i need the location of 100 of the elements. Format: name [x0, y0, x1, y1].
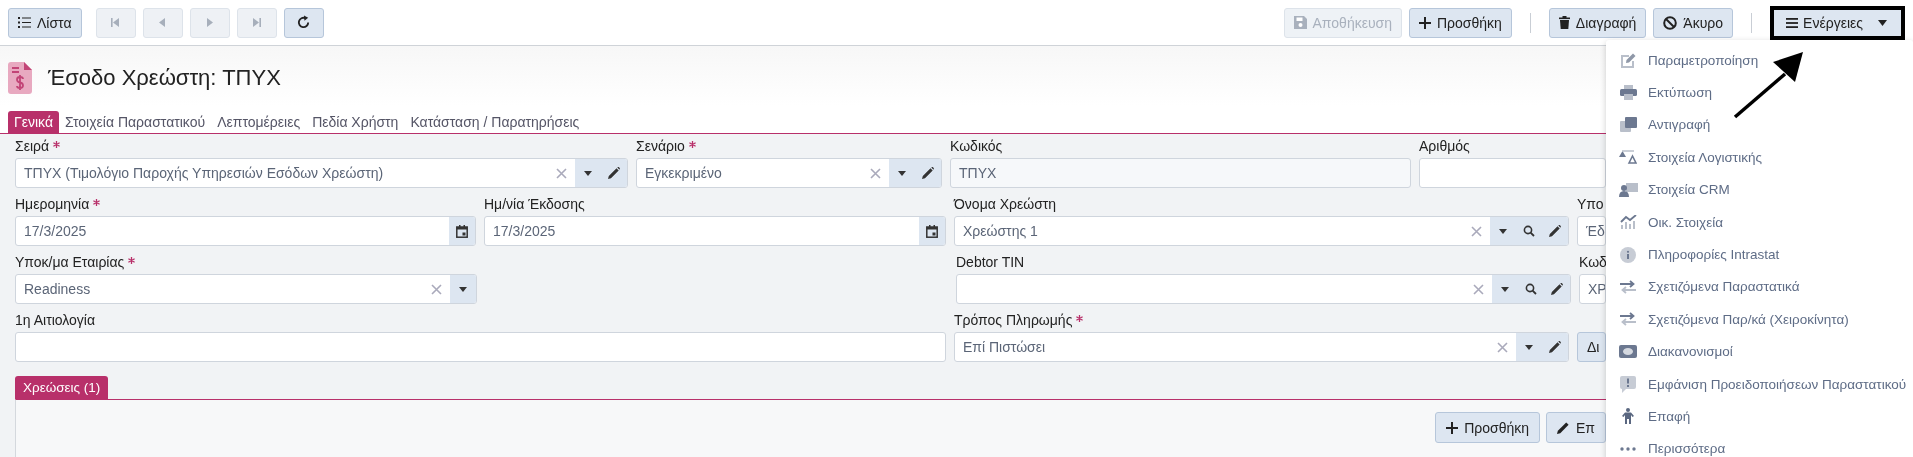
- caret-icon: [1499, 228, 1507, 234]
- plus-icon: [1419, 16, 1431, 29]
- field-label: Ημερομηνία: [15, 196, 90, 212]
- contact-card-icon: [1618, 182, 1638, 197]
- refresh-button[interactable]: [283, 7, 324, 38]
- chart-icon: [1619, 215, 1637, 230]
- required-icon: [128, 257, 136, 264]
- tab[interactable]: Λεπτομέρειες: [211, 111, 307, 133]
- dropdown-button[interactable]: [1490, 217, 1516, 245]
- refresh-icon: [296, 15, 312, 30]
- required-icon: [1076, 315, 1084, 322]
- dropdown-button[interactable]: [1492, 275, 1518, 303]
- select-field[interactable]: [956, 274, 1571, 304]
- menu-item[interactable]: Αντιγραφή: [1606, 108, 1913, 142]
- pencil-icon: [608, 167, 620, 179]
- swap-arrows-icon: [1620, 312, 1636, 327]
- edit-button[interactable]: [915, 159, 941, 187]
- printer-icon: [1619, 85, 1637, 101]
- select-field[interactable]: ΤΠΥΧ (Τιμολόγιο Παροχής Υπηρεσιών Εσόδων Χρεώστη): [15, 158, 628, 188]
- menu-item[interactable]: Στοιχεία Λογιστικής: [1606, 141, 1913, 174]
- input-field[interactable]: Έδ: [1577, 216, 1606, 246]
- caret-icon: [584, 170, 592, 176]
- tab[interactable]: Κατάσταση / Παρατηρήσεις: [404, 111, 586, 133]
- calendar-icon: [926, 224, 938, 238]
- dropdown-button[interactable]: [889, 159, 915, 187]
- dropdown-button[interactable]: [1516, 333, 1542, 361]
- info-icon: [1620, 246, 1636, 263]
- select-field[interactable]: Επί Πιστώσει: [954, 332, 1569, 362]
- input-field[interactable]: [15, 332, 946, 362]
- field-label: Αριθμός: [1419, 138, 1470, 154]
- pencil-icon: [1557, 421, 1570, 434]
- field-label: 1η Αιτιολογία: [15, 312, 96, 328]
- add-button[interactable]: Προσθήκη: [1435, 412, 1540, 443]
- cancel-button[interactable]: Άκυρο: [1653, 7, 1734, 38]
- edit-button[interactable]: [1542, 333, 1568, 361]
- field-label: Κωδικός: [950, 138, 1003, 154]
- first-icon: [111, 18, 121, 27]
- menu-item[interactable]: Πληροφορίες Intrastat: [1606, 238, 1913, 271]
- plus-icon: [1446, 421, 1459, 434]
- menu-item[interactable]: Εμφάνιση Προειδοποιήσεων Παραστατικού: [1606, 367, 1913, 401]
- menu-icon: [1786, 17, 1799, 28]
- required-icon: [688, 141, 696, 148]
- calendar-button[interactable]: [919, 217, 945, 245]
- swap-arrows-icon: [1620, 279, 1636, 294]
- edit-button[interactable]: [601, 159, 627, 187]
- edit-button[interactable]: Επ: [1546, 412, 1606, 443]
- list-icon: [18, 17, 31, 28]
- list-button[interactable]: Λίστα: [8, 7, 82, 38]
- field-label: Σειρά: [15, 138, 50, 154]
- select-field[interactable]: Readiness: [15, 274, 477, 304]
- actions-menu-button[interactable]: Ενέργειες: [1770, 5, 1905, 40]
- edit-button[interactable]: [1544, 275, 1570, 303]
- field-label: Τρόπος Πληρωμής: [954, 312, 1073, 328]
- date-field[interactable]: 17/3/2025: [484, 216, 946, 246]
- tab[interactable]: Πεδία Χρήστη: [306, 111, 405, 133]
- pencil-icon: [922, 167, 934, 179]
- dropdown-button[interactable]: [575, 159, 601, 187]
- tab[interactable]: Στοιχεία Παραστατικού: [59, 111, 212, 133]
- field-label: Κωδ: [1579, 254, 1606, 270]
- field-label: Όνομα Χρεώστη: [954, 196, 1057, 212]
- menu-item[interactable]: Περισσότερα: [1606, 432, 1913, 457]
- alert-bubble-icon: [1620, 375, 1636, 393]
- input-field[interactable]: [1419, 158, 1606, 188]
- input-field[interactable]: ΧΡ: [1579, 274, 1606, 304]
- tab[interactable]: Γενικά: [8, 111, 59, 133]
- menu-item[interactable]: Οικ. Στοιχεία: [1606, 205, 1913, 239]
- field-label: Σενάριο: [636, 138, 685, 154]
- menu-item[interactable]: Εκτύπωση: [1606, 76, 1913, 109]
- delete-button[interactable]: Διαγραφή: [1548, 7, 1647, 38]
- calendar-icon: [456, 224, 468, 238]
- dropdown-button[interactable]: [450, 275, 476, 303]
- input-field[interactable]: ΤΠΥΧ: [950, 158, 1411, 188]
- menu-item[interactable]: Σχετιζόμενα Παρ/κά (Χειροκίνητα): [1606, 303, 1913, 336]
- field-label: Υποκ/μα Εταιρίας: [15, 254, 125, 270]
- caret-icon: [898, 170, 906, 176]
- page-title: Έσοδο Χρεώστη: ΤΠΥΧ: [48, 65, 281, 91]
- form-button[interactable]: Δι: [1577, 332, 1606, 362]
- field-label: Ημ/νία Έκδοσης: [484, 196, 585, 212]
- select-field[interactable]: Εγκεκριμένο: [636, 158, 942, 188]
- floppy-icon: [1293, 16, 1307, 29]
- add-button[interactable]: Προσθήκη: [1409, 7, 1512, 38]
- edit-icon: [1619, 52, 1637, 69]
- next-icon: [206, 18, 214, 27]
- search-icon: [1523, 225, 1535, 237]
- field-label: Υπο: [1577, 196, 1604, 212]
- menu-item[interactable]: Διακανονισμοί: [1606, 335, 1913, 368]
- menu-item[interactable]: Επαφή: [1606, 400, 1913, 433]
- copy-icon: [1619, 117, 1637, 133]
- menu-item[interactable]: Παραμετροποίηση: [1606, 44, 1913, 77]
- scale-icon: [1619, 150, 1637, 165]
- edit-button[interactable]: [1542, 217, 1568, 245]
- select-field[interactable]: Χρεώστης 1: [954, 216, 1569, 246]
- calendar-button[interactable]: [449, 217, 475, 245]
- menu-item[interactable]: Σχετιζόμενα Παραστατικά: [1606, 270, 1913, 304]
- tab[interactable]: Χρεώσεις (1): [15, 376, 109, 399]
- date-field[interactable]: 17/3/2025: [15, 216, 476, 246]
- menu-item[interactable]: Στοιχεία CRM: [1606, 173, 1913, 206]
- trash-icon: [1558, 16, 1570, 29]
- last-icon: [252, 18, 262, 27]
- field-label: Debtor TIN: [956, 254, 1025, 270]
